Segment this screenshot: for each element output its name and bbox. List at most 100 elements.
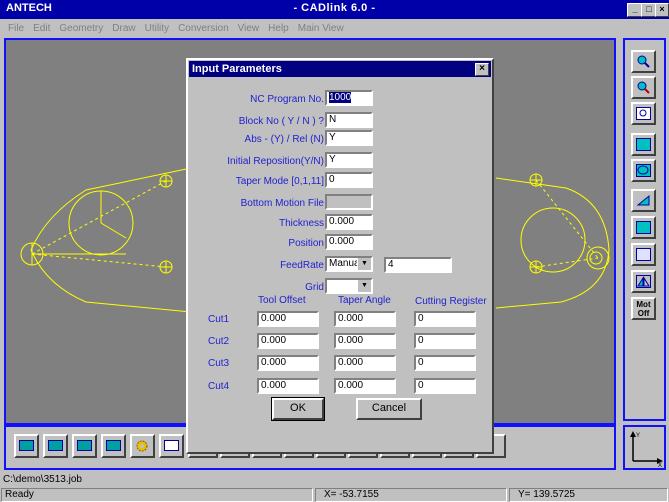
taper-mode-label: Taper Mode [0,1,11] xyxy=(235,176,324,187)
taper-angle-input[interactable]: 0.000 xyxy=(334,333,396,349)
status-x-coord: X= -53.7155 xyxy=(315,488,507,502)
sketch-button[interactable] xyxy=(631,216,656,239)
zoom-window-icon xyxy=(636,107,651,120)
tool-offset-input[interactable]: 0.000 xyxy=(257,378,319,394)
menu-edit[interactable]: Edit xyxy=(33,23,50,34)
dialog-close-button[interactable]: × xyxy=(475,63,489,76)
circle-button[interactable] xyxy=(631,159,656,182)
tool-offset-input[interactable]: 0.000 xyxy=(257,333,319,349)
zoom-in-button[interactable] xyxy=(631,50,656,73)
grid-label: Grid xyxy=(305,282,324,293)
mirror-button[interactable] xyxy=(631,270,656,293)
menu-geometry[interactable]: Geometry xyxy=(59,23,103,34)
mirror-icon xyxy=(636,275,651,288)
abs-rel-input[interactable]: Y xyxy=(325,130,373,146)
cutting-register-input[interactable]: 0 xyxy=(414,311,476,327)
gear-icon xyxy=(135,440,150,452)
cancel-button[interactable]: Cancel xyxy=(356,398,422,420)
menu-utility[interactable]: Utility xyxy=(145,23,169,34)
grid-button[interactable] xyxy=(631,243,656,266)
taper-angle-header: Taper Angle xyxy=(338,295,391,306)
status-y-coord: Y= 139.5725 xyxy=(509,488,668,502)
tool-offset-input[interactable]: 0.000 xyxy=(257,311,319,327)
thickness-label: Thickness xyxy=(278,218,324,229)
cutting-register-input[interactable]: 0 xyxy=(414,355,476,371)
ok-button[interactable]: OK xyxy=(271,397,325,421)
abs-rel-label: Abs - (Y) / Rel (N) xyxy=(244,134,324,145)
menu-draw[interactable]: Draw xyxy=(112,23,135,34)
toolbar-button-1[interactable] xyxy=(14,434,39,458)
node-icon xyxy=(164,440,179,451)
dialog-title-bar: Input Parameters × xyxy=(189,61,491,77)
bottom-motion-input[interactable] xyxy=(325,194,373,210)
nc-program-label: NC Program No. xyxy=(250,94,324,105)
sketch-icon xyxy=(636,221,651,234)
feedrate-mode-select[interactable]: Manual ▼ xyxy=(325,256,373,272)
svg-text:Y: Y xyxy=(636,433,640,439)
menu-bar: File Edit Geometry Draw Utility Conversion Vie… xyxy=(0,19,669,36)
taper-mode-input[interactable]: 0 xyxy=(325,172,373,188)
cut-row-label: Cut4 xyxy=(208,381,230,392)
dialog-title: Input Parameters xyxy=(192,63,282,75)
menu-file[interactable]: File xyxy=(8,23,24,34)
initial-reposition-input[interactable]: Y xyxy=(325,152,373,168)
menu-help[interactable]: Help xyxy=(268,23,289,34)
status-bar: Ready X= -53.7155 Y= 139.5725 xyxy=(0,488,669,502)
grid-select[interactable]: ▼ xyxy=(325,278,373,294)
position-input[interactable]: 0.000 xyxy=(325,234,373,250)
file-path-text: C:\demo\3513.job xyxy=(3,474,82,485)
zoom-pan-icon xyxy=(636,81,651,94)
grid-icon xyxy=(636,248,651,261)
toolbar-button-3[interactable] xyxy=(72,434,97,458)
input-parameters-dialog: Input Parameters × NC Program No. 1000 B… xyxy=(186,58,494,454)
toolbar-button-2[interactable] xyxy=(43,434,68,458)
close-button[interactable]: × xyxy=(655,3,669,17)
chevron-down-icon[interactable]: ▼ xyxy=(357,280,371,292)
shape-button[interactable] xyxy=(631,189,656,212)
file-path: C:\demo\3513.job xyxy=(0,474,669,487)
circle-icon xyxy=(636,164,651,177)
position-label: Position xyxy=(288,238,324,249)
zoom-window-button[interactable] xyxy=(631,102,656,125)
rectangle-icon xyxy=(636,138,651,151)
toolbar-button-6[interactable] xyxy=(159,434,184,458)
cut-row-label: Cut1 xyxy=(208,314,230,325)
taper-angle-input[interactable]: 0.000 xyxy=(334,378,396,394)
menu-conversion[interactable]: Conversion xyxy=(178,23,229,34)
block-no-label: Block No ( Y / N ) ? xyxy=(238,116,324,127)
axis-indicator: Y X xyxy=(623,425,666,470)
zoom-in-icon xyxy=(636,55,651,68)
node-icon xyxy=(106,440,121,451)
zoom-pan-button[interactable] xyxy=(631,76,656,99)
cut-row-label: Cut2 xyxy=(208,336,230,347)
taper-angle-input[interactable]: 0.000 xyxy=(334,355,396,371)
title-bar: ANTECH - CADlink 6.0 - _ □ × xyxy=(0,0,669,19)
tool-offset-input[interactable]: 0.000 xyxy=(257,355,319,371)
cutting-register-input[interactable]: 0 xyxy=(414,333,476,349)
toolbar-button-5[interactable] xyxy=(130,434,155,458)
rectangle-button[interactable] xyxy=(631,133,656,156)
node-icon xyxy=(48,440,63,451)
cutting-register-input[interactable]: 0 xyxy=(414,378,476,394)
menu-view[interactable]: View xyxy=(238,23,260,34)
node-icon xyxy=(77,440,92,451)
shape-icon xyxy=(636,194,651,207)
right-toolbar: Mot Off xyxy=(623,38,666,421)
feedrate-input[interactable]: 4 xyxy=(384,257,452,273)
bottom-motion-label: Bottom Motion File xyxy=(240,198,324,209)
cut-row-label: Cut3 xyxy=(208,358,230,369)
chevron-down-icon[interactable]: ▼ xyxy=(357,258,371,270)
axis-icon: Y X xyxy=(630,431,663,469)
status-ready: Ready xyxy=(1,488,313,502)
toolbar-button-4[interactable] xyxy=(101,434,126,458)
window-title: - CADlink 6.0 - xyxy=(293,2,376,14)
cutting-register-header: Cutting Register xyxy=(415,296,487,307)
taper-angle-input[interactable]: 0.000 xyxy=(334,311,396,327)
block-no-input[interactable]: N xyxy=(325,112,373,128)
thickness-input[interactable]: 0.000 xyxy=(325,214,373,230)
motion-off-button[interactable]: Mot Off xyxy=(631,297,656,320)
svg-text:X: X xyxy=(658,463,662,468)
menu-main-view[interactable]: Main View xyxy=(298,23,344,34)
nc-program-input[interactable]: 1000 xyxy=(325,90,373,106)
initial-reposition-label: Initial Reposition(Y/N) xyxy=(227,156,324,167)
